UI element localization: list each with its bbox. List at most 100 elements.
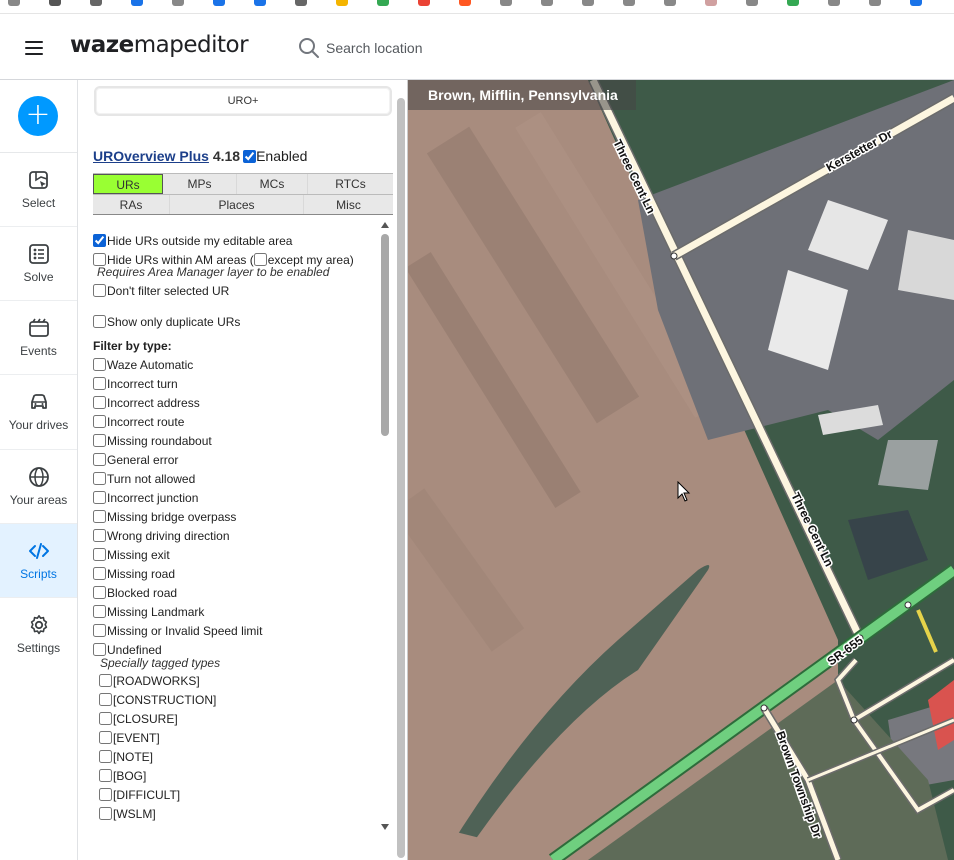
bookmark-icon[interactable] <box>787 0 799 6</box>
tagged-type-option[interactable]: [NOTE] <box>99 749 153 764</box>
hide-outside-option[interactable]: Hide URs outside my editable area <box>93 233 292 248</box>
type-filter-option[interactable]: Incorrect address <box>93 395 200 410</box>
panel-scrollbar[interactable] <box>396 84 406 860</box>
type-filter-option[interactable]: Incorrect junction <box>93 490 198 505</box>
type-filter-option[interactable]: Wrong driving direction <box>93 528 230 543</box>
type-filter-option[interactable]: Blocked road <box>93 585 177 600</box>
tab-places[interactable]: Places <box>170 195 304 214</box>
tagged-type-option[interactable]: [DIFFICULT] <box>99 787 180 802</box>
tagged-type-option[interactable]: [ROADWORKS] <box>99 673 200 688</box>
bookmark-icon[interactable] <box>213 0 225 6</box>
type-filter-option[interactable]: Incorrect route <box>93 414 184 429</box>
search-location-input[interactable] <box>326 40 506 56</box>
uro-scrollbar[interactable] <box>380 220 390 832</box>
type-filter-option[interactable]: Waze Automatic <box>93 357 193 372</box>
bookmark-icon[interactable] <box>254 0 266 6</box>
tab-misc[interactable]: Misc <box>304 195 393 214</box>
nav-item-scripts[interactable]: Scripts <box>0 524 77 598</box>
scroll-thumb[interactable] <box>381 234 389 436</box>
tagged-type-checkbox[interactable] <box>99 712 112 725</box>
bookmark-icon[interactable] <box>869 0 881 6</box>
tab-ras[interactable]: RAs <box>93 195 170 214</box>
tagged-type-checkbox[interactable] <box>99 769 112 782</box>
nav-item-settings[interactable]: Settings <box>0 598 77 672</box>
tagged-type-checkbox[interactable] <box>99 788 112 801</box>
bookmark-icon[interactable] <box>295 0 307 6</box>
bookmark-icon[interactable] <box>336 0 348 6</box>
show-only-duplicate-option[interactable]: Show only duplicate URs <box>93 314 240 329</box>
tagged-type-checkbox[interactable] <box>99 731 112 744</box>
type-filter-checkbox[interactable] <box>93 567 106 580</box>
bookmark-icon[interactable] <box>500 0 512 6</box>
type-filter-checkbox[interactable] <box>93 434 106 447</box>
type-filter-checkbox[interactable] <box>93 529 106 542</box>
bookmark-icon[interactable] <box>172 0 184 6</box>
bookmark-icon[interactable] <box>705 0 717 6</box>
dont-filter-selected-checkbox[interactable] <box>93 284 106 297</box>
bookmark-icon[interactable] <box>377 0 389 6</box>
tagged-type-option[interactable]: [CLOSURE] <box>99 711 178 726</box>
type-filter-checkbox[interactable] <box>93 586 106 599</box>
bookmark-icon[interactable] <box>459 0 471 6</box>
type-filter-option[interactable]: Missing Landmark <box>93 604 204 619</box>
type-filter-option[interactable]: Missing roundabout <box>93 433 212 448</box>
hide-outside-checkbox[interactable] <box>93 234 106 247</box>
type-filter-option[interactable]: Incorrect turn <box>93 376 178 391</box>
type-filter-checkbox[interactable] <box>93 548 106 561</box>
show-only-duplicate-checkbox[interactable] <box>93 315 106 328</box>
bookmark-icon[interactable] <box>131 0 143 6</box>
type-filter-checkbox[interactable] <box>93 624 106 637</box>
type-filter-checkbox[interactable] <box>93 358 106 371</box>
tab-mcs[interactable]: MCs <box>237 174 308 194</box>
type-filter-checkbox[interactable] <box>93 377 106 390</box>
bookmark-icon[interactable] <box>90 0 102 6</box>
nav-item-solve[interactable]: Solve <box>0 227 77 301</box>
tab-rtcs[interactable]: RTCs <box>308 174 393 194</box>
scroll-down-arrow-icon[interactable] <box>381 824 389 830</box>
menu-icon[interactable] <box>25 41 43 55</box>
tagged-type-option[interactable]: [BOG] <box>99 768 146 783</box>
enabled-checkbox[interactable] <box>243 150 257 163</box>
nav-item-events[interactable]: Events <box>0 301 77 375</box>
type-filter-checkbox[interactable] <box>93 491 106 504</box>
type-filter-option[interactable]: Undefined <box>93 642 162 657</box>
tab-urs[interactable]: URs <box>93 174 163 194</box>
tagged-type-option[interactable]: [EVENT] <box>99 730 160 745</box>
tagged-type-option[interactable]: [WSLM] <box>99 806 156 821</box>
type-filter-option[interactable]: Missing road <box>93 566 175 581</box>
type-filter-option[interactable]: Missing or Invalid Speed limit <box>93 623 262 638</box>
map-view[interactable]: Three Cent Ln Three Cent Ln Kerstetter D… <box>408 80 954 860</box>
waze-map-editor-logo[interactable]: wazemapeditor <box>70 32 249 58</box>
nav-item-your-drives[interactable]: Your drives <box>0 375 77 450</box>
search-box[interactable] <box>298 34 518 62</box>
script-name-link[interactable]: UROverview Plus <box>93 148 209 164</box>
tagged-type-checkbox[interactable] <box>99 807 112 820</box>
type-filter-option[interactable]: Missing bridge overpass <box>93 509 236 524</box>
type-filter-option[interactable]: Missing exit <box>93 547 170 562</box>
bookmark-icon[interactable] <box>582 0 594 6</box>
bookmark-icon[interactable] <box>8 0 20 6</box>
bookmark-icon[interactable] <box>541 0 553 6</box>
bookmark-icon[interactable] <box>910 0 922 6</box>
bookmark-icon[interactable] <box>664 0 676 6</box>
tagged-type-checkbox[interactable] <box>99 674 112 687</box>
type-filter-checkbox[interactable] <box>93 453 106 466</box>
nav-item-select[interactable]: Select <box>0 153 77 227</box>
bookmark-icon[interactable] <box>746 0 758 6</box>
dont-filter-selected-option[interactable]: Don't filter selected UR <box>93 283 229 298</box>
type-filter-checkbox[interactable] <box>93 472 106 485</box>
tab-mps[interactable]: MPs <box>163 174 237 194</box>
type-filter-option[interactable]: General error <box>93 452 178 467</box>
type-filter-checkbox[interactable] <box>93 396 106 409</box>
type-filter-checkbox[interactable] <box>93 415 106 428</box>
type-filter-checkbox[interactable] <box>93 643 106 656</box>
nav-item-your-areas[interactable]: Your areas <box>0 450 77 524</box>
bookmark-icon[interactable] <box>828 0 840 6</box>
bookmark-icon[interactable] <box>49 0 61 6</box>
type-filter-checkbox[interactable] <box>93 510 106 523</box>
add-button[interactable]: + <box>18 96 58 136</box>
uro-plus-button[interactable]: URO+ <box>94 86 392 116</box>
tagged-type-checkbox[interactable] <box>99 693 112 706</box>
scroll-up-arrow-icon[interactable] <box>381 222 389 228</box>
tagged-type-option[interactable]: [CONSTRUCTION] <box>99 692 216 707</box>
